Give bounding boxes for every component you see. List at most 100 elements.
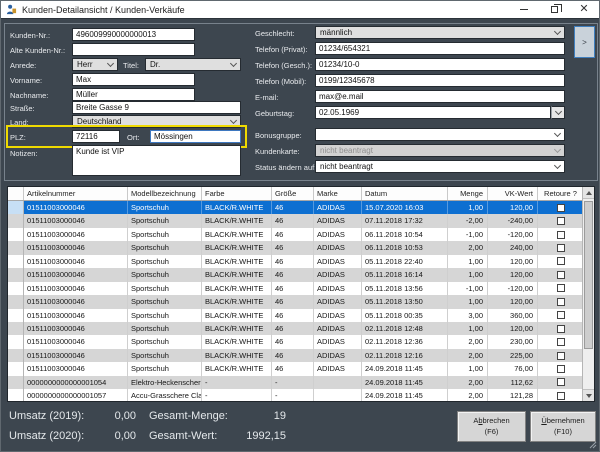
telefon-mobil-input[interactable] [315, 74, 565, 87]
row-selector-cell[interactable] [8, 349, 24, 362]
sales-table: ArtikelnummerModellbezeichnungFarbeGröße… [7, 186, 595, 402]
minimize-button[interactable] [509, 1, 539, 18]
column-header-2[interactable]: Modellbezeichnung [128, 187, 202, 200]
vertical-scrollbar[interactable] [582, 187, 594, 401]
kundenkarte-select: nicht beantragt [315, 144, 565, 157]
column-header-3[interactable]: Farbe [202, 187, 272, 200]
table-row[interactable]: 01511003000046SportschuhBLACK/R.WHITE46A… [8, 228, 582, 241]
retoure-checkbox[interactable] [557, 365, 565, 373]
retoure-cell [538, 335, 582, 348]
nachname-input[interactable] [72, 88, 195, 101]
kunden-nr-input[interactable] [72, 28, 195, 41]
table-cell: 07.11.2018 17:32 [362, 214, 448, 227]
table-row[interactable]: 01511003000046SportschuhBLACK/R.WHITE46A… [8, 241, 582, 254]
anrede-select[interactable]: Herr [72, 58, 118, 71]
vorname-input[interactable] [72, 73, 195, 86]
table-cell: 05.11.2018 16:14 [362, 268, 448, 281]
geburtstag-datepicker-button[interactable] [551, 106, 565, 119]
uebernehmen-button[interactable]: Übernehmen (F10) [530, 411, 596, 442]
row-selector-cell[interactable] [8, 362, 24, 375]
retoure-checkbox[interactable] [557, 257, 565, 265]
retoure-checkbox[interactable] [557, 271, 565, 279]
table-row[interactable]: 0000000000000001054Elektro-Heckenschere.… [8, 376, 582, 389]
table-row[interactable]: 01511003000046SportschuhBLACK/R.WHITE46A… [8, 349, 582, 362]
row-selector-cell[interactable] [8, 389, 24, 401]
column-header-4[interactable]: Größe [272, 187, 314, 200]
retoure-checkbox[interactable] [557, 392, 565, 400]
retoure-checkbox[interactable] [557, 378, 565, 386]
retoure-checkbox[interactable] [557, 325, 565, 333]
table-row[interactable]: 01511003000046SportschuhBLACK/R.WHITE46A… [8, 335, 582, 348]
scroll-down-button[interactable] [583, 389, 594, 401]
scrollbar-thumb[interactable] [584, 201, 593, 349]
retoure-checkbox[interactable] [557, 217, 565, 225]
table-row[interactable]: 01511003000046SportschuhBLACK/R.WHITE46A… [8, 282, 582, 295]
row-selector-cell[interactable] [8, 309, 24, 322]
status-aendern-select[interactable]: nicht beantragt [315, 160, 565, 173]
ort-input[interactable] [150, 130, 241, 143]
row-selector-cell[interactable] [8, 255, 24, 268]
row-selector-cell[interactable] [8, 241, 24, 254]
column-header-9[interactable]: Retoure ? [538, 187, 582, 200]
email-input[interactable] [315, 90, 565, 103]
ort-label: Ort: [127, 133, 140, 142]
table-row[interactable]: 0000000000000001057Accu-Grasschere Cla..… [8, 389, 582, 401]
column-header-5[interactable]: Marke [314, 187, 362, 200]
row-selector-cell[interactable] [8, 295, 24, 308]
table-row[interactable]: 01511003000046SportschuhBLACK/R.WHITE46A… [8, 201, 582, 214]
retoure-checkbox[interactable] [557, 231, 565, 239]
retoure-checkbox[interactable] [557, 298, 565, 306]
column-header-selector[interactable] [8, 187, 24, 200]
row-selector-cell[interactable] [8, 214, 24, 227]
table-row[interactable]: 01511003000046SportschuhBLACK/R.WHITE46A… [8, 268, 582, 281]
column-header-8[interactable]: VK-Wert [488, 187, 538, 200]
resize-grip[interactable] [589, 441, 597, 449]
retoure-checkbox[interactable] [557, 338, 565, 346]
scroll-up-button[interactable] [583, 187, 594, 199]
alte-kunden-nr-input[interactable] [72, 43, 195, 56]
retoure-checkbox[interactable] [557, 204, 565, 212]
table-row[interactable]: 01511003000046SportschuhBLACK/R.WHITE46A… [8, 295, 582, 308]
retoure-checkbox[interactable] [557, 284, 565, 292]
bonusgruppe-select[interactable] [315, 128, 565, 141]
retoure-checkbox[interactable] [557, 244, 565, 252]
row-selector-cell[interactable] [8, 322, 24, 335]
land-select[interactable]: Deutschland [72, 115, 241, 128]
table-cell: 46 [272, 228, 314, 241]
row-selector-cell[interactable] [8, 376, 24, 389]
table-cell: 225,00 [488, 349, 538, 362]
table-cell: 24.09.2018 11:45 [362, 376, 448, 389]
telefon-privat-label: Telefon (Privat): [255, 45, 308, 54]
column-header-1[interactable]: Artikelnummer [24, 187, 128, 200]
telefon-privat-input[interactable] [315, 42, 565, 55]
retoure-checkbox[interactable] [557, 311, 565, 319]
column-header-7[interactable]: Menge [448, 187, 488, 200]
table-row[interactable]: 01511003000046SportschuhBLACK/R.WHITE46A… [8, 362, 582, 375]
notizen-textarea[interactable]: Kunde ist VIP [72, 145, 241, 176]
geburtstag-input[interactable] [315, 106, 551, 119]
row-selector-cell[interactable] [8, 282, 24, 295]
table-row[interactable]: 01511003000046SportschuhBLACK/R.WHITE46A… [8, 214, 582, 227]
table-cell: 01511003000046 [24, 335, 128, 348]
table-row[interactable]: 01511003000046SportschuhBLACK/R.WHITE46A… [8, 322, 582, 335]
column-header-6[interactable]: Datum [362, 187, 448, 200]
row-selector-cell[interactable] [8, 228, 24, 241]
table-cell: 2,00 [448, 349, 488, 362]
row-selector-cell[interactable] [8, 335, 24, 348]
restore-button[interactable] [539, 1, 569, 18]
plz-input[interactable] [72, 130, 120, 143]
table-cell: ADIDAS [314, 282, 362, 295]
table-row[interactable]: 01511003000046SportschuhBLACK/R.WHITE46A… [8, 255, 582, 268]
retoure-checkbox[interactable] [557, 352, 565, 360]
row-selector-cell[interactable] [8, 201, 24, 214]
close-button[interactable]: ✕ [569, 1, 599, 18]
geschlecht-select[interactable]: männlich [315, 26, 565, 39]
titel-select[interactable]: Dr. [145, 58, 241, 71]
app-icon [6, 4, 17, 15]
telefon-gesch-input[interactable] [315, 58, 565, 71]
table-row[interactable]: 01511003000046SportschuhBLACK/R.WHITE46A… [8, 309, 582, 322]
strasse-input[interactable] [72, 101, 241, 114]
row-selector-cell[interactable] [8, 268, 24, 281]
expand-panel-button[interactable]: > [574, 26, 595, 58]
abbrechen-button[interactable]: Abbrechen (F6) [457, 411, 526, 442]
